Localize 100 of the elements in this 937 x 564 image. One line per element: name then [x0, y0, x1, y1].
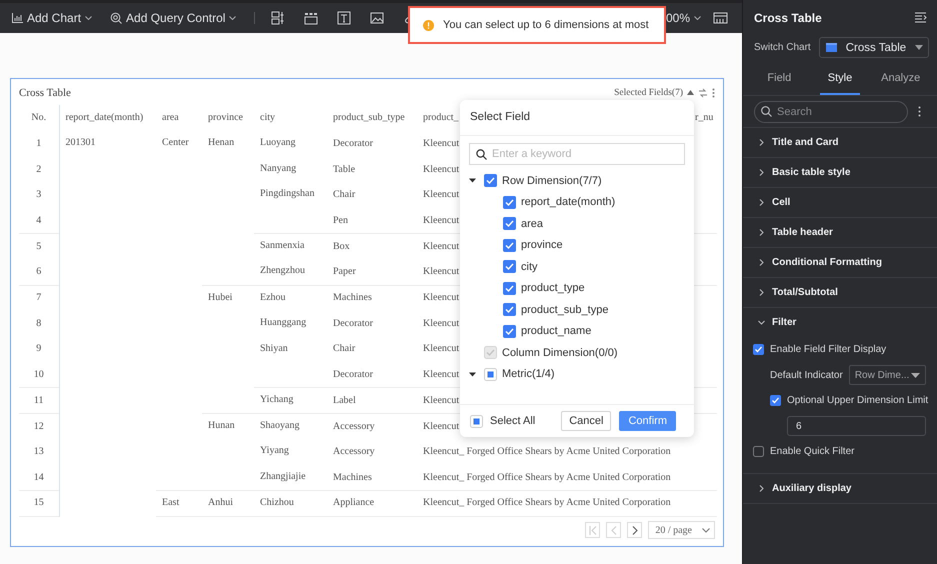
- image-icon[interactable]: [370, 11, 384, 25]
- tree-item-label[interactable]: Row Dimension(7/7): [502, 174, 602, 187]
- chevron-icon: [702, 528, 710, 532]
- checkbox-label: Optional Upper Dimension Limit: [787, 395, 928, 406]
- section-header[interactable]: Title and Card: [743, 128, 937, 157]
- table-cell: Kleencut: [423, 343, 460, 354]
- row-number: 2: [36, 164, 42, 175]
- row-number: 4: [36, 214, 42, 226]
- table-cell: Box: [333, 240, 350, 252]
- indicator-select[interactable]: Row Dime...: [848, 365, 926, 386]
- selected-fields-link[interactable]: Selected Fields(7): [614, 88, 683, 98]
- more-icon[interactable]: [712, 88, 715, 98]
- tree-item-label[interactable]: product_name: [521, 325, 592, 338]
- warning-icon: [423, 20, 434, 30]
- page-size-select[interactable]: 20 / page: [648, 521, 715, 539]
- section-header[interactable]: Total/Subtotal: [743, 278, 937, 307]
- panel-title: Cross Table: [754, 10, 822, 24]
- table-cell: Accessory: [333, 420, 375, 432]
- checkbox[interactable]: [503, 217, 516, 230]
- checkbox[interactable]: [484, 174, 497, 188]
- table-cell: Chair: [333, 189, 356, 200]
- add-query-control-menu[interactable]: Add Query Control: [110, 11, 236, 25]
- table-cell: Chair: [333, 343, 356, 354]
- first-page-icon: [588, 526, 597, 534]
- tree-item-label[interactable]: province: [521, 239, 563, 252]
- tabs-icon[interactable]: [304, 11, 318, 25]
- field-label: Default Indicator: [770, 370, 843, 381]
- next-page-button[interactable]: [627, 522, 642, 538]
- triangle-up-icon[interactable]: [687, 90, 694, 95]
- cancel-button[interactable]: Cancel: [561, 411, 612, 431]
- tree-item-label[interactable]: product_sub_type: [521, 304, 608, 316]
- chevron-icon: [229, 16, 236, 20]
- column-header: province: [208, 112, 243, 123]
- table-cell: East: [162, 497, 180, 508]
- checkbox[interactable]: [770, 395, 781, 406]
- chevron-left-icon: [610, 526, 617, 534]
- tree-item-label[interactable]: city: [521, 260, 538, 273]
- text-box-icon[interactable]: [337, 11, 352, 25]
- section-header[interactable]: Conditional Formatting: [743, 248, 937, 277]
- section-header[interactable]: Auxiliary display: [743, 474, 937, 502]
- checkbox-label: Enable Quick Filter: [770, 446, 854, 458]
- table-cell: Label: [333, 394, 356, 406]
- collapse-panel-icon[interactable]: [915, 12, 927, 23]
- table-cell: Kleencut: [423, 164, 460, 175]
- row-number: 11: [34, 394, 44, 406]
- table-cell: Kleencut_ Forged Office Shears by Acme United Corporation: [423, 446, 671, 458]
- table-cell: 201301: [66, 137, 96, 148]
- table-icon: [826, 43, 837, 52]
- zoom-menu[interactable]: 00%: [666, 11, 701, 25]
- select-all-label[interactable]: Select All: [490, 415, 536, 427]
- checkbox[interactable]: [503, 303, 516, 316]
- shuffle-icon[interactable]: [698, 88, 708, 98]
- tree-item-label[interactable]: area: [521, 218, 544, 230]
- section-header[interactable]: Table header: [743, 218, 937, 247]
- panel-tab[interactable]: Style: [820, 62, 860, 95]
- more-icon[interactable]: [918, 106, 921, 117]
- number-field[interactable]: 6: [787, 416, 926, 436]
- section-header[interactable]: Basic table style: [743, 158, 937, 187]
- checkbox[interactable]: [503, 324, 516, 338]
- section-header[interactable]: Filter: [743, 308, 937, 337]
- row-number: 7: [36, 292, 42, 304]
- table-cell: Machines: [333, 472, 372, 483]
- table-cell: Zhangjiajie: [260, 470, 306, 482]
- checkbox[interactable]: [503, 260, 516, 274]
- checkbox[interactable]: [503, 196, 516, 209]
- keyword-search-field[interactable]: Enter a keyword: [469, 143, 685, 165]
- table-cell: Decorator: [333, 318, 373, 329]
- checkbox[interactable]: [753, 446, 764, 458]
- section-header[interactable]: Cell: [743, 188, 937, 217]
- row-number: 5: [36, 240, 42, 252]
- checkbox[interactable]: [753, 344, 764, 356]
- layout-icon[interactable]: [271, 11, 286, 25]
- search-icon: [761, 106, 772, 117]
- add-chart-menu[interactable]: Add Chart: [12, 11, 92, 25]
- tree-item-label[interactable]: report_date(month): [521, 196, 616, 208]
- ruler-icon[interactable]: [713, 12, 728, 24]
- checkbox[interactable]: [503, 238, 516, 252]
- tree-item-label[interactable]: Metric(1/4): [502, 368, 555, 380]
- table-cell: Paper: [333, 266, 356, 278]
- caret-down-icon[interactable]: [469, 177, 476, 184]
- table-cell: Sanmenxia: [260, 240, 304, 252]
- row-number: 8: [36, 318, 42, 329]
- table-cell: Pen: [333, 214, 348, 226]
- search-field[interactable]: Search: [754, 100, 908, 122]
- column-header: area: [162, 112, 179, 123]
- checkbox[interactable]: [503, 282, 516, 295]
- table-cell: Kleencut: [423, 394, 460, 406]
- tree-item-label[interactable]: product_type: [521, 282, 585, 294]
- table-cell: Machines: [333, 292, 372, 304]
- panel-tab[interactable]: Analyze: [880, 62, 922, 95]
- row-number: 15: [34, 497, 44, 508]
- panel-tab[interactable]: Field: [759, 62, 800, 95]
- row-number: 10: [34, 368, 44, 380]
- table-cell: Kleencut: [423, 240, 460, 252]
- chart-type-select[interactable]: Cross Table: [818, 37, 930, 58]
- column-header: r_nu: [695, 112, 714, 123]
- row-number: 1: [36, 138, 42, 149]
- caret-icon: [911, 372, 920, 378]
- caret-down-icon[interactable]: [469, 370, 476, 378]
- row-number: 14: [34, 472, 44, 483]
